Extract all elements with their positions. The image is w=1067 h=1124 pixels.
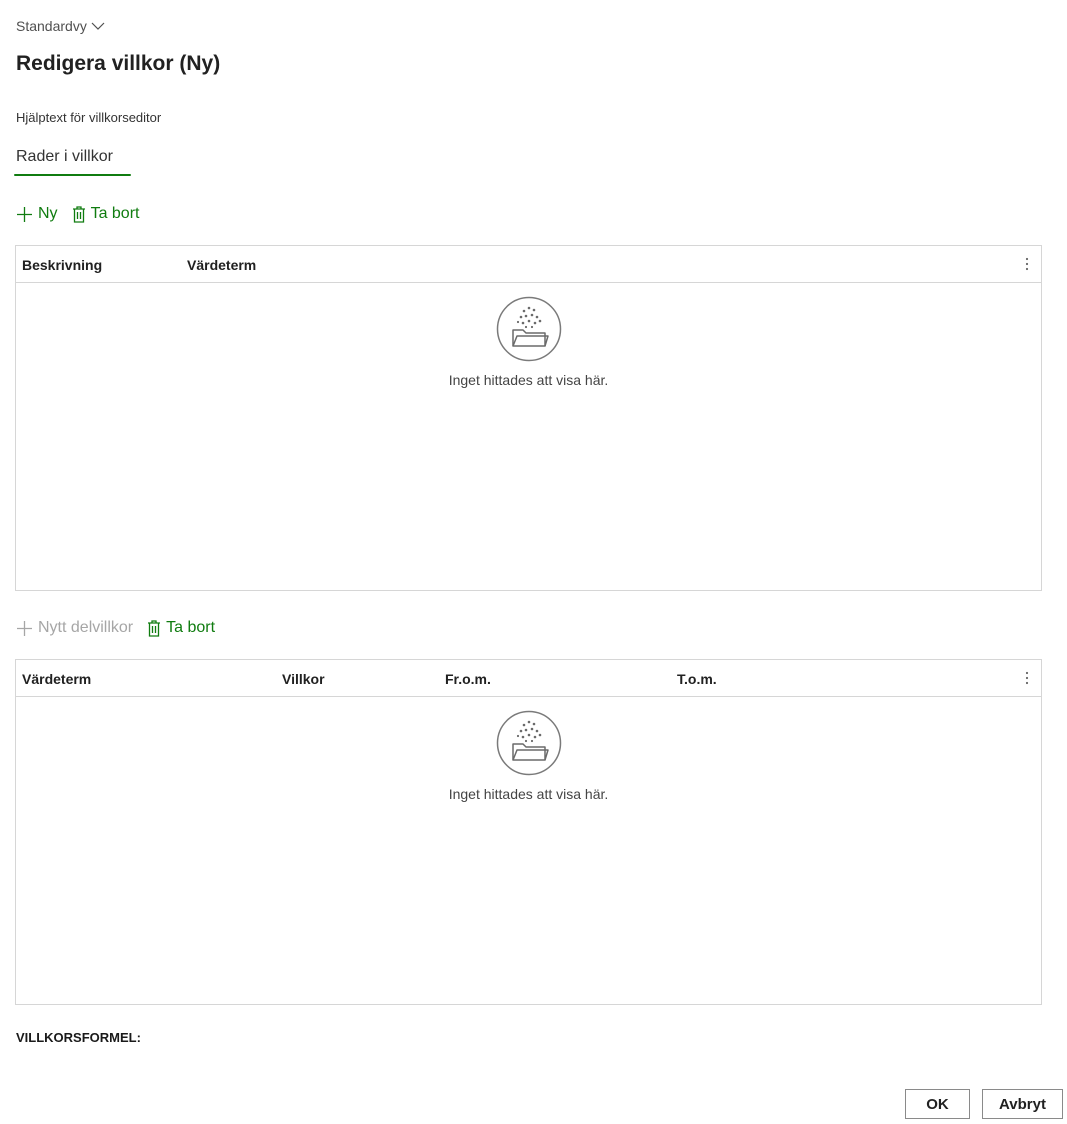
rows-action-bar: Ny Ta bort: [16, 205, 139, 223]
chevron-down-icon: [91, 21, 105, 31]
column-header-from-date[interactable]: Fr.o.m.: [445, 671, 491, 687]
ok-button[interactable]: OK: [905, 1089, 970, 1119]
delete-row-label: Ta bort: [90, 205, 140, 222]
subconditions-empty-text: Inget hittades att visa här.: [448, 786, 609, 802]
rows-grid: Beskrivning Värdeterm Inget hittades att…: [15, 245, 1042, 591]
new-row-button[interactable]: Ny: [16, 205, 58, 223]
delete-subcondition-button[interactable]: Ta bort: [147, 619, 215, 637]
more-options-icon[interactable]: [1023, 670, 1031, 686]
column-header-condition[interactable]: Villkor: [282, 671, 325, 687]
new-subcondition-label: Nytt delvillkor: [38, 619, 134, 636]
empty-folder-icon: [496, 710, 562, 776]
cancel-button[interactable]: Avbryt: [982, 1089, 1063, 1119]
view-selector[interactable]: Standardvy: [16, 18, 105, 34]
trash-icon: [72, 205, 86, 223]
rows-empty-state: Inget hittades att visa här.: [16, 296, 1041, 388]
plus-icon: [16, 206, 33, 223]
rows-grid-header: Beskrivning Värdeterm: [16, 246, 1041, 283]
trash-icon: [147, 619, 161, 637]
delete-subcondition-label: Ta bort: [166, 619, 216, 636]
delete-row-button[interactable]: Ta bort: [72, 205, 140, 223]
help-text: Hjälptext för villkorseditor: [16, 110, 162, 125]
subconditions-action-bar: Nytt delvillkor Ta bort: [16, 619, 215, 637]
new-row-label: Ny: [38, 205, 58, 222]
condition-formula-label: VILLKORSFORMEL:: [16, 1030, 141, 1045]
subconditions-grid-header: Värdeterm Villkor Fr.o.m. T.o.m.: [16, 660, 1041, 697]
empty-folder-icon: [496, 296, 562, 362]
page-title: Redigera villkor (Ny): [16, 52, 221, 75]
column-header-to-date[interactable]: T.o.m.: [677, 671, 717, 687]
column-header-value-term[interactable]: Värdeterm: [187, 257, 256, 273]
plus-icon: [16, 620, 33, 637]
view-selector-label: Standardvy: [16, 18, 87, 34]
column-header-description[interactable]: Beskrivning: [22, 257, 102, 273]
tab-rows-in-condition[interactable]: Rader i villkor: [16, 148, 113, 175]
more-options-icon[interactable]: [1023, 256, 1031, 272]
tab-selected-indicator: [14, 174, 131, 176]
column-header-value-term[interactable]: Värdeterm: [22, 671, 91, 687]
rows-empty-text: Inget hittades att visa här.: [448, 372, 609, 388]
subconditions-empty-state: Inget hittades att visa här.: [16, 710, 1041, 802]
new-subcondition-button[interactable]: Nytt delvillkor: [16, 619, 133, 637]
subconditions-grid: Värdeterm Villkor Fr.o.m. T.o.m. Inget h…: [15, 659, 1042, 1005]
